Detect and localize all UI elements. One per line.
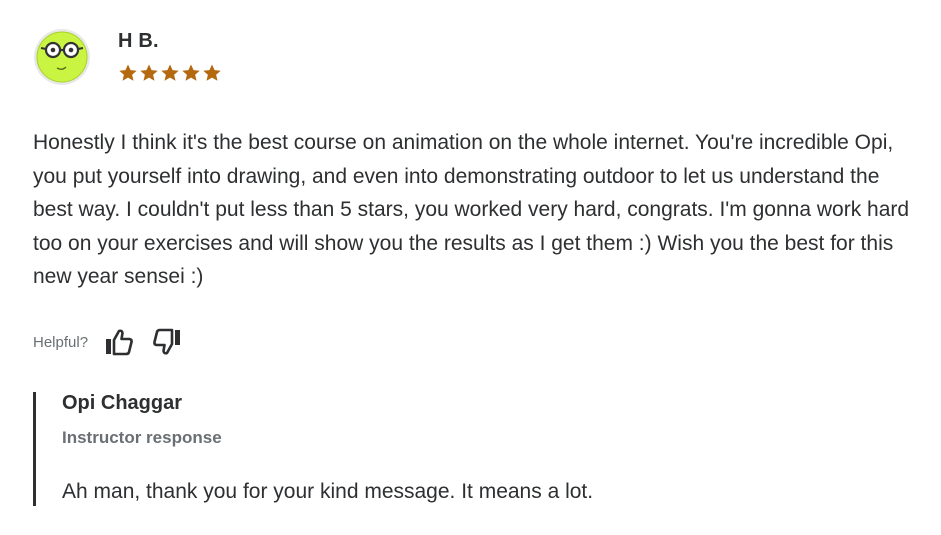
thumbs-down-button[interactable] <box>150 326 184 358</box>
thumbs-down-icon <box>153 328 181 355</box>
review-card: H B. Honestly I think it's the best cour… <box>0 0 941 535</box>
instructor-role-label: Instructor response <box>62 428 222 447</box>
thumbs-up-icon <box>106 329 133 356</box>
star-icon <box>119 64 137 81</box>
reviewer-avatar <box>33 28 91 86</box>
instructor-name: Opi Chaggar <box>62 392 183 414</box>
instructor-response: Opi Chaggar Instructor response Ah man, … <box>33 392 893 506</box>
thumbs-up-button[interactable] <box>102 326 136 358</box>
review-text: Honestly I think it's the best course on… <box>33 131 910 288</box>
star-rating <box>118 63 222 85</box>
star-icon <box>161 64 179 81</box>
helpful-label: Helpful? <box>33 333 89 351</box>
star-icon <box>182 64 200 81</box>
instructor-response-text: Ah man, thank you for your kind message.… <box>62 480 594 503</box>
star-icon <box>203 64 221 81</box>
star-icon <box>140 64 158 81</box>
reviewer-name: H B. <box>118 30 159 52</box>
helpful-row: Helpful? <box>33 326 198 358</box>
nerd-face-avatar-icon <box>34 29 90 85</box>
